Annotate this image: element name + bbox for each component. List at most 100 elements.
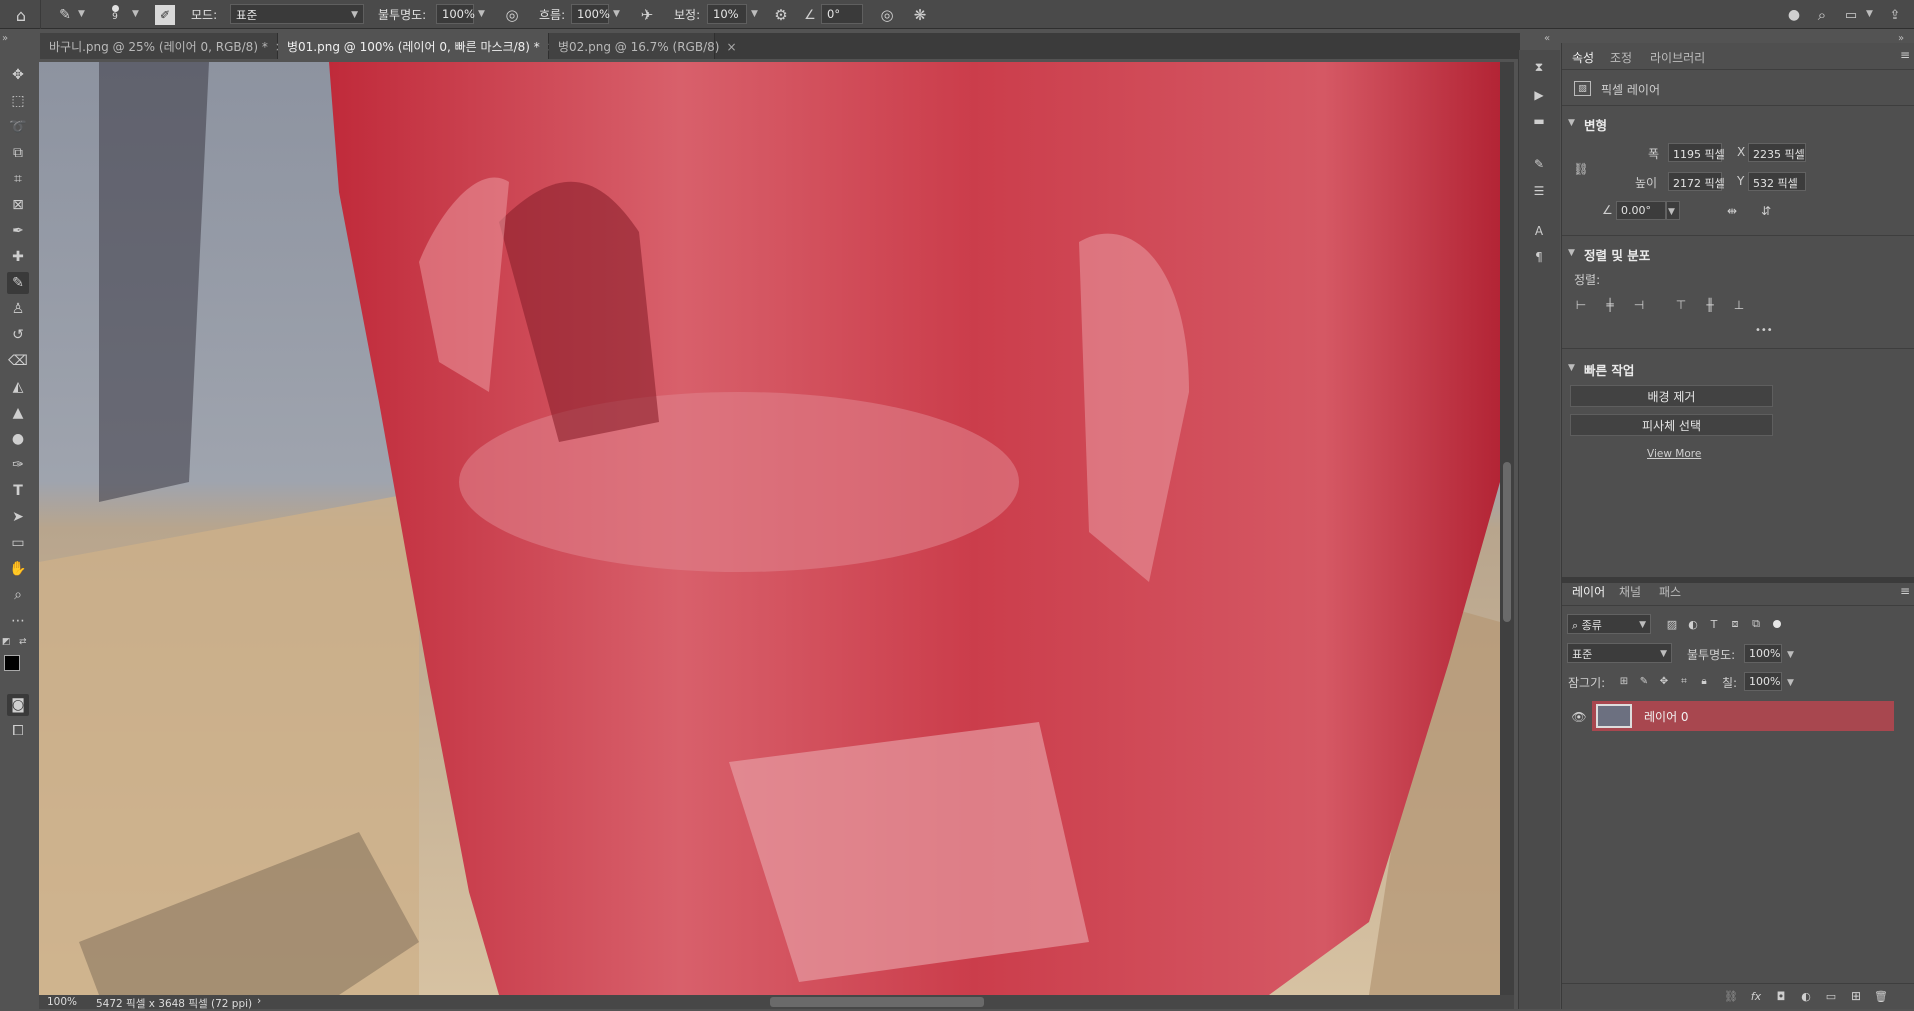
clone-stamp-tool-icon[interactable]: ♙ [7,298,29,320]
history-icon[interactable]: ⧗ [1528,56,1550,78]
blur-tool-icon[interactable]: ▲ [7,402,29,424]
brush-angle-field[interactable]: 0° [821,4,863,24]
layer-name[interactable]: 레이어 0 [1644,708,1689,725]
paint-bucket-tool-icon[interactable]: ◭ [7,376,29,398]
lock-pixels-icon[interactable]: ✎ [1637,674,1651,688]
swap-colors-icon[interactable]: ⇄ [19,637,27,647]
fill-field[interactable]: 100% [1744,672,1782,691]
visibility-eye-icon[interactable]: 👁︎ [1570,708,1588,726]
layers-menu-icon[interactable]: ≡ [1897,583,1913,599]
scroll-thumb[interactable] [1503,462,1511,622]
chevron-down-icon[interactable]: ▼ [1787,678,1794,688]
chevron-down-icon[interactable]: ▼ [1568,248,1575,258]
hand-tool-icon[interactable]: ✋ [7,558,29,580]
collapse-toolbar-icon[interactable]: » [2,33,8,44]
y-field[interactable]: 532 픽셀 [1748,172,1806,191]
crop-tool-icon[interactable]: ⌗ [7,168,29,190]
eyedropper-tool-icon[interactable]: ✒ [7,220,29,242]
zoom-level[interactable]: 100% [47,996,77,1008]
tab-basket[interactable]: 바구니.png @ 25% (레이어 0, RGB/8) *× [40,33,285,59]
chevron-down-icon[interactable]: ▼ [1866,9,1873,19]
height-field[interactable]: 2172 픽셀 [1668,172,1725,191]
healing-brush-tool-icon[interactable]: ✚ [7,246,29,268]
tab-properties[interactable]: 속성 [1572,49,1594,66]
remove-background-button[interactable]: 배경 제거 [1570,385,1773,407]
angle-field[interactable]: 0.00° [1616,201,1666,220]
align-bottom-icon[interactable]: ⊥ [1730,296,1748,314]
chevron-down-icon[interactable]: ▼ [751,9,758,19]
trash-icon[interactable]: 🗑︎ [1872,988,1890,1004]
add-mask-icon[interactable]: ◘ [1772,988,1790,1004]
new-group-icon[interactable]: ▭ [1822,988,1840,1004]
character-icon[interactable]: A [1528,220,1550,242]
smoothing-field[interactable]: 10% [707,4,747,24]
collapse-strip-icon[interactable]: « [1544,33,1550,44]
rectangle-tool-icon[interactable]: ▭ [7,532,29,554]
opacity-field[interactable]: 100% [436,4,475,24]
paragraph-icon[interactable]: ¶ [1528,246,1550,268]
brush-preset-icon[interactable]: ✎ [54,4,76,26]
chevron-down-icon[interactable]: ▼ [1568,118,1575,128]
layer-row[interactable]: 👁︎ 레이어 0 [1562,701,1914,733]
more-options-icon[interactable]: ••• [1755,325,1773,336]
comments-icon[interactable]: ▬ [1528,110,1550,132]
blend-mode-select[interactable]: 표준 ▼ [1567,643,1672,663]
home-icon[interactable]: ⌂ [10,4,32,26]
history-brush-tool-icon[interactable]: ↺ [7,324,29,346]
tab-libraries[interactable]: 라이브러리 [1650,49,1705,66]
tab-channels[interactable]: 채널 [1619,583,1641,600]
more-tools-icon[interactable]: ⋯ [7,610,29,632]
tab-adjustments[interactable]: 조정 [1610,49,1632,66]
lock-transparent-icon[interactable]: ⊞ [1617,674,1631,688]
quick-mask-icon[interactable]: ◙ [7,694,29,716]
zoom-tool-icon[interactable]: ⌕ [7,584,29,606]
chevron-down-icon[interactable]: ▼ [78,9,85,19]
chevron-down-icon[interactable]: ▼ [1568,363,1575,373]
document-canvas[interactable] [39,62,1500,995]
share-icon[interactable]: ● [1783,4,1805,26]
fx-icon[interactable]: fx [1747,988,1765,1004]
layer-filter-select[interactable]: ⌕ 종류 ▼ [1567,614,1651,634]
angle-dropdown[interactable]: ▼ [1666,201,1680,220]
lasso-tool-icon[interactable]: ➰ [7,116,29,138]
mode-select[interactable]: 표준 ▼ [230,4,364,24]
view-more-link[interactable]: View More [1647,448,1701,460]
dodge-tool-icon[interactable]: ● [7,428,29,450]
lock-all-icon[interactable]: 🔒︎ [1697,674,1711,688]
brush-settings-icon[interactable]: ✐ [155,5,175,25]
pen-tool-icon[interactable]: ✑ [7,454,29,476]
pressure-opacity-icon[interactable]: ◎ [501,4,523,26]
symmetry-icon[interactable]: ❋ [909,4,931,26]
filter-smart-object-icon[interactable]: ⧉ [1748,616,1764,632]
marquee-tool-icon[interactable]: ⬚ [7,90,29,112]
filter-toggle-icon[interactable] [1773,620,1781,628]
align-center-v-icon[interactable]: ╫ [1701,296,1719,314]
actions-play-icon[interactable]: ▶ [1528,84,1550,106]
brushes-icon[interactable]: ✎ [1528,153,1550,175]
adjust-sliders-icon[interactable]: ☰ [1528,180,1550,202]
filter-type-icon[interactable]: T [1706,616,1722,632]
tab-bottle01[interactable]: 병01.png @ 100% (레이어 0, 빠른 마스크/8) *× [278,33,557,59]
align-left-icon[interactable]: ⊢ [1572,296,1590,314]
tab-bottle02[interactable]: 병02.png @ 16.7% (RGB/8) × [549,33,737,59]
select-subject-button[interactable]: 피사체 선택 [1570,414,1773,436]
pressure-size-icon[interactable]: ◎ [876,4,898,26]
vertical-scrollbar[interactable] [1500,62,1514,995]
airbrush-icon[interactable]: ✈ [636,4,658,26]
chevron-down-icon[interactable]: ▼ [1787,650,1794,660]
status-menu-arrow[interactable]: › [257,995,261,1007]
frame-tool-icon[interactable]: ⊠ [7,194,29,216]
chevron-down-icon[interactable]: ▼ [613,9,620,19]
tab-layers[interactable]: 레이어 [1572,583,1605,600]
chevron-down-icon[interactable]: ▼ [478,9,485,19]
x-field[interactable]: 2235 픽셀 [1748,143,1806,162]
close-icon[interactable]: × [726,40,736,54]
lock-artboard-icon[interactable]: ⌗ [1677,674,1691,688]
brush-size-picker[interactable]: 9 [104,3,126,27]
foreground-color-swatch[interactable] [4,655,20,671]
default-colors-icon[interactable]: ◩ [2,637,11,647]
align-top-icon[interactable]: ⊤ [1672,296,1690,314]
path-select-tool-icon[interactable]: ➤ [7,506,29,528]
new-layer-icon[interactable]: ⊞ [1847,988,1865,1004]
filter-adjustment-icon[interactable]: ◐ [1685,616,1701,632]
